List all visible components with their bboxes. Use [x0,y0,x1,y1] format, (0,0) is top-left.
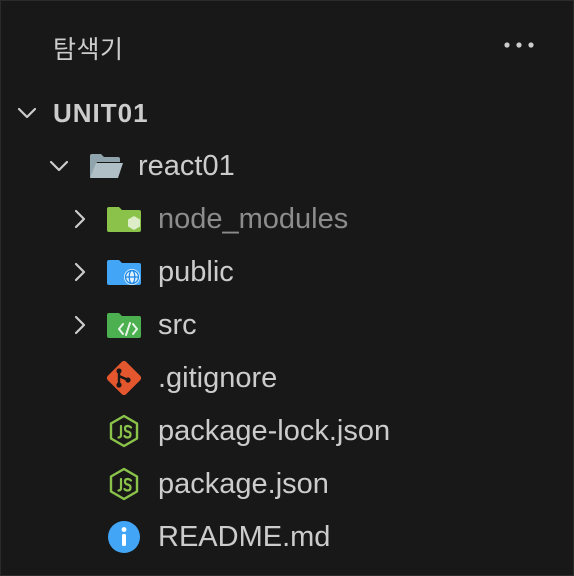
folder-label: public [158,256,234,288]
info-icon [108,521,140,553]
ellipsis-icon [504,42,534,48]
file-label: package.json [158,468,329,500]
folder-label: node_modules [158,203,349,235]
chevron-down-icon [49,160,69,172]
more-actions-button[interactable] [501,35,537,55]
src-folder-icon [107,313,141,338]
chevron-right-icon [74,315,86,335]
chevron-right-icon [74,209,86,229]
git-icon [106,360,142,396]
explorer-panel: 탐색기 UNIT01 react01 node_modules public s… [0,0,574,576]
tree-folder-src[interactable]: src [1,299,573,351]
chevron-down-icon [17,107,37,119]
tree-root-unit01[interactable]: UNIT01 [1,87,573,139]
explorer-header: 탐색기 [1,1,573,91]
tree-file-package-lock-json[interactable]: package-lock.json [1,405,573,457]
tree-file-readme-md[interactable]: README.md [1,511,573,563]
folder-label: src [158,309,197,341]
nodejs-icon [109,414,139,448]
file-label: .gitignore [158,362,278,394]
explorer-title: 탐색기 [53,35,124,64]
folder-label: react01 [138,150,235,182]
tree-folder-node-modules[interactable]: node_modules [1,193,573,245]
tree-file-gitignore[interactable]: .gitignore [1,352,573,404]
chevron-right-icon [74,262,86,282]
tree-file-package-json[interactable]: package.json [1,458,573,510]
tree-folder-react01[interactable]: react01 [1,140,573,192]
tree-folder-public[interactable]: public [1,246,573,298]
root-label: UNIT01 [53,98,149,128]
open-folder-icon [90,154,123,178]
nodejs-icon [109,467,139,501]
file-label: package-lock.json [158,415,391,447]
public-folder-icon [107,260,141,285]
node-modules-folder-icon [107,207,141,232]
file-label: README.md [158,521,331,553]
